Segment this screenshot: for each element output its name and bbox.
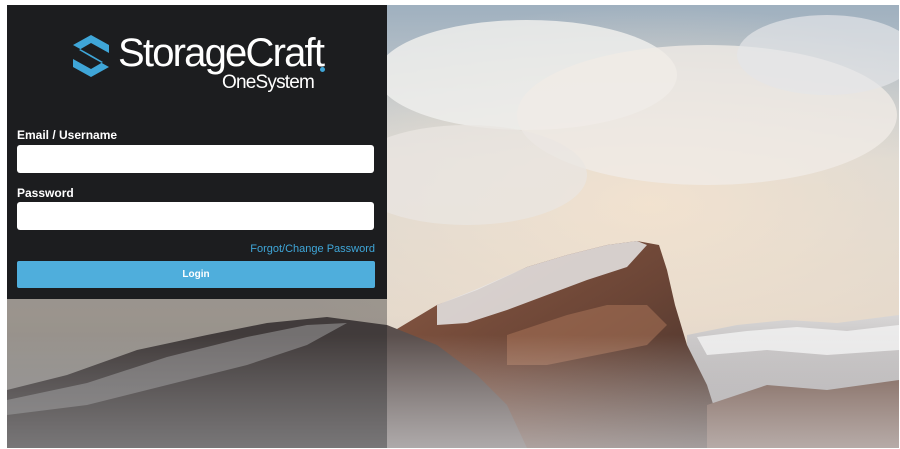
password-field[interactable] bbox=[17, 202, 374, 230]
login-button[interactable]: Login bbox=[17, 261, 375, 288]
storagecraft-logo: StorageCraft OneSystem bbox=[69, 30, 349, 100]
forgot-password-link[interactable]: Forgot/Change Password bbox=[250, 243, 375, 256]
logo-dot-icon bbox=[320, 67, 325, 72]
login-panel: StorageCraft OneSystem Email / Username … bbox=[7, 5, 387, 299]
login-page: StorageCraft OneSystem Email / Username … bbox=[7, 5, 899, 448]
password-label: Password bbox=[17, 186, 74, 200]
email-label: Email / Username bbox=[17, 128, 118, 142]
product-name: OneSystem bbox=[222, 72, 315, 93]
email-field[interactable] bbox=[17, 145, 374, 173]
storagecraft-logo-icon bbox=[73, 35, 109, 77]
